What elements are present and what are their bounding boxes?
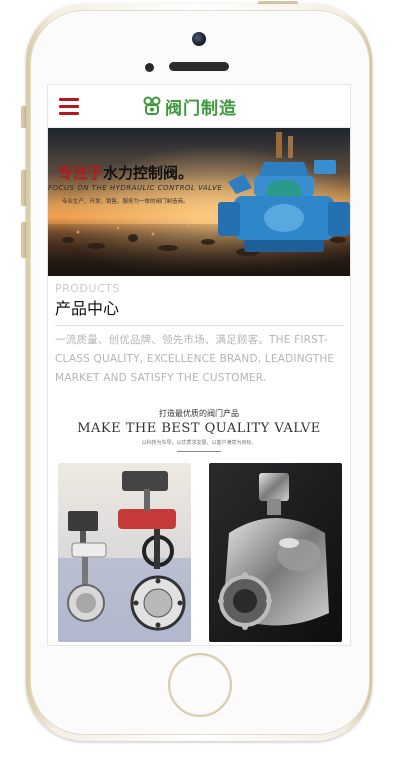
logo-text: 阀门制造 [165, 98, 237, 119]
hamburger-menu-icon[interactable] [59, 98, 79, 115]
product-card-butterfly-valve[interactable] [58, 463, 191, 642]
banner-title: 专注于水力控制阀。 [58, 162, 193, 183]
valve-illustration [218, 132, 350, 252]
slogan-en: MAKE THE BEST QUALITY VALVE [77, 421, 321, 436]
earpiece-speaker [169, 62, 229, 71]
site-logo[interactable]: 阀门制造 [143, 94, 237, 119]
banner-subtitle-en: FOCUS ON THE HYDRAULIC CONTROL VALVE [48, 184, 223, 192]
slogan-cn: 打造最优质的阀门产品 [159, 409, 239, 418]
quality-slogan: 打造最优质的阀门产品 MAKE THE BEST QUALITY VALVE 以… [48, 408, 350, 452]
site-header: 阀门制造 [48, 85, 350, 128]
product-image-ball-valve [209, 463, 342, 642]
product-card-ball-valve[interactable] [209, 463, 342, 642]
banner-subtitle-cn: 专业生产、开发、销售、服务为一体的阀门制造商。 [62, 199, 189, 205]
slogan-small: 以科技为先导，以优质求发展，以客户满意为目标。 [141, 440, 257, 446]
section-label-en: PRODUCTS [55, 282, 120, 295]
section-label-cn: 产品中心 [55, 299, 120, 318]
products-heading: PRODUCTS 产品中心 [48, 276, 350, 319]
slogan-underline [177, 451, 221, 452]
logo-icon [143, 96, 161, 115]
home-button[interactable] [168, 653, 232, 717]
product-grid [58, 463, 342, 643]
front-camera [192, 32, 206, 46]
section-description: 一流质量、创优品牌、领先市场、满足顾客。THE FIRST-CLASS QUAL… [55, 334, 335, 384]
banner-title-black: 水力控制阀。 [103, 164, 194, 182]
hero-banner[interactable]: 专注于水力控制阀。 FOCUS ON THE HYDRAULIC CONTROL… [48, 128, 350, 276]
product-image-butterfly-valve [58, 463, 191, 642]
banner-title-red: 专注于 [58, 164, 104, 182]
proximity-sensor [145, 63, 154, 72]
phone-screen: 阀门制造 专注于水力控制阀。 FOCUS ON THE HYDRAULIC CO… [47, 84, 351, 646]
